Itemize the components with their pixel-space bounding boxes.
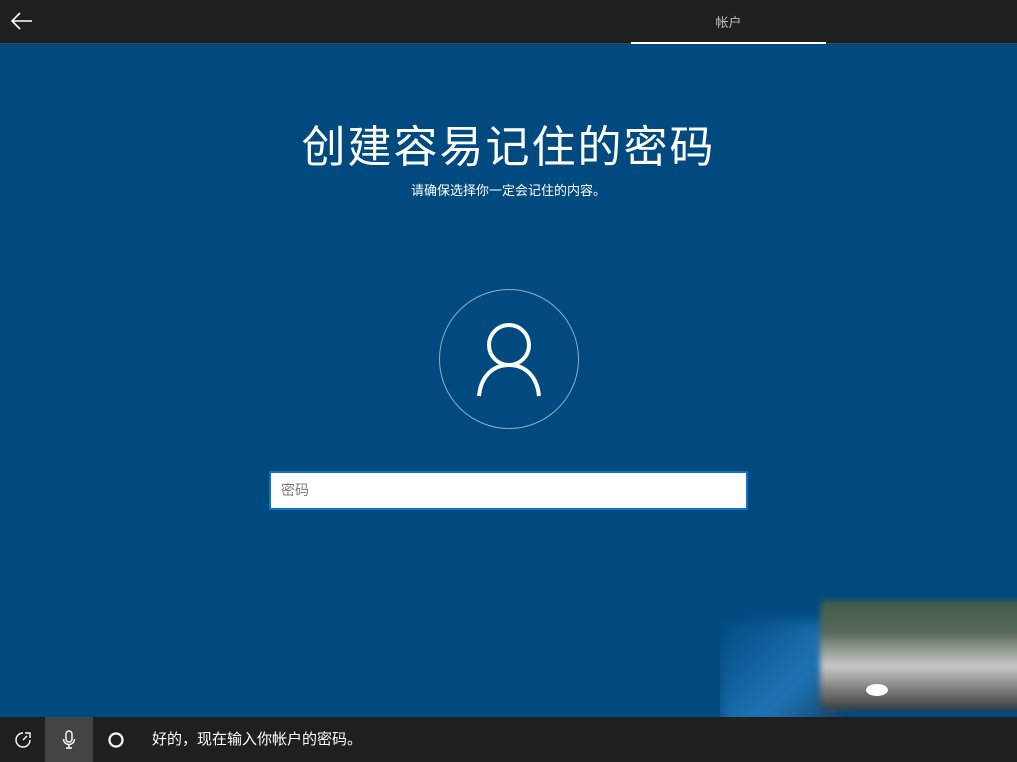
page-title: 创建容易记住的密码 — [301, 122, 716, 173]
cortana-message: 好的，现在输入你帐户的密码。 — [152, 730, 363, 748]
tab-account[interactable]: 帐户 — [631, 0, 826, 43]
user-icon — [477, 323, 541, 397]
page-subtitle: 请确保选择你一定会记住的内容。 — [410, 184, 606, 199]
top-bar: 帐户 — [0, 0, 1017, 44]
tab-underline — [631, 42, 826, 44]
back-arrow-icon — [11, 12, 32, 30]
microphone-button[interactable] — [45, 717, 93, 762]
microphone-icon — [62, 729, 76, 749]
password-input[interactable] — [269, 471, 748, 510]
cortana-icon — [108, 731, 124, 748]
ease-of-access-icon — [14, 731, 31, 748]
cortana-button[interactable] — [93, 717, 139, 762]
background-decoration — [720, 580, 1017, 720]
bottom-bar: 好的，现在输入你帐户的密码。 — [0, 717, 1017, 762]
avatar — [439, 289, 579, 429]
decoration-blur-laptop — [820, 600, 1017, 710]
back-button[interactable] — [6, 6, 38, 36]
oobe-window: 帐户 创建容易记住的密码 请确保选择你一定会记住的内容。 好的，现在输入你帐户的… — [0, 0, 1017, 762]
decoration-light — [866, 684, 888, 696]
ease-of-access-button[interactable] — [0, 717, 45, 762]
